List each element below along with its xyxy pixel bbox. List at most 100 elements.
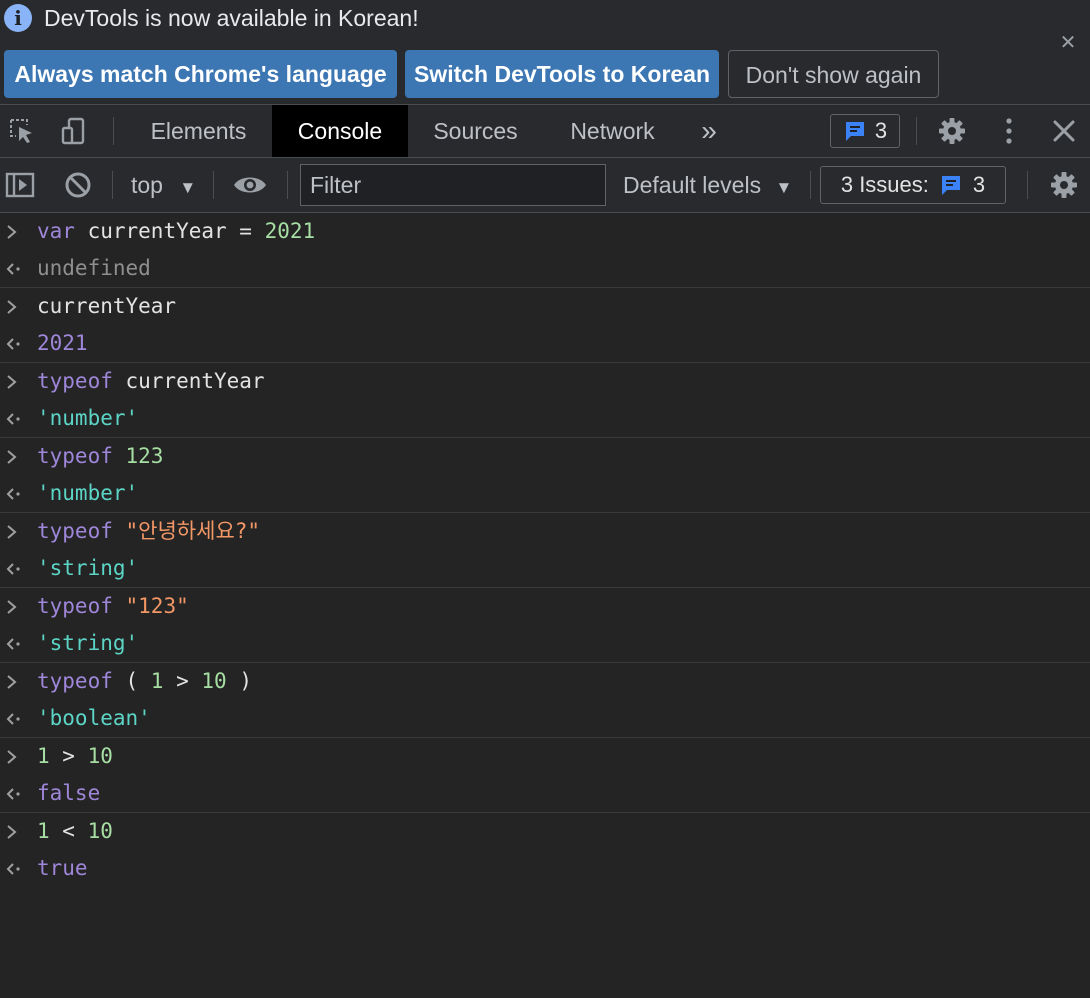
separator (810, 171, 811, 199)
console-entry: currentYear 2021 (0, 288, 1090, 363)
code-number: 2021 (264, 219, 316, 243)
result-arrow-icon (5, 700, 25, 737)
console-input-line: typeof ( 1 > 10 ) (0, 663, 1090, 700)
code-keyword: typeof (37, 444, 113, 468)
always-match-language-button[interactable]: Always match Chrome's language (4, 50, 397, 98)
console-toolbar: top ▼ Default levels ▼ 3 Issues: 3 (0, 158, 1090, 213)
code-number: 1 (37, 819, 50, 843)
console-result-line: 'number' (0, 475, 1090, 512)
issues-button[interactable]: 3 Issues: 3 (820, 166, 1006, 204)
inspect-element-icon[interactable] (4, 105, 40, 157)
result-value: 'number' (37, 481, 139, 505)
console-input-line: typeof "안녕하세요?" (0, 513, 1090, 550)
log-levels-label: Default levels (623, 172, 762, 198)
close-devtools-icon[interactable] (1046, 105, 1082, 157)
code-text: < (49, 819, 88, 843)
clear-console-icon[interactable] (60, 158, 96, 212)
filter-input[interactable] (300, 164, 606, 206)
dropdown-arrow-icon: ▼ (179, 178, 197, 197)
result-value: 'string' (37, 556, 139, 580)
messages-count: 3 (874, 118, 888, 143)
live-expression-eye-icon[interactable] (230, 158, 270, 212)
more-tabs-icon[interactable]: » (688, 105, 730, 157)
result-value: 2021 (37, 331, 88, 355)
console-settings-gear-icon[interactable] (1046, 158, 1082, 212)
result-value: 'boolean' (37, 706, 151, 730)
issues-count: 3 (972, 172, 986, 197)
language-infobar: i DevTools is now available in Korean! ✕… (0, 0, 1090, 105)
separator (112, 171, 113, 199)
close-infobar-icon[interactable]: ✕ (1057, 32, 1079, 54)
result-value: 'number' (37, 406, 139, 430)
console-input-line: typeof currentYear (0, 363, 1090, 400)
console-entry: typeof ( 1 > 10 ) 'boolean' (0, 663, 1090, 738)
result-value: false (37, 781, 101, 805)
settings-gear-icon[interactable] (934, 105, 970, 157)
separator (916, 117, 917, 145)
dont-show-again-button[interactable]: Don't show again (728, 50, 939, 98)
input-chevron-icon (5, 813, 25, 850)
device-toolbar-icon[interactable] (56, 105, 92, 157)
switch-to-korean-button[interactable]: Switch DevTools to Korean (405, 50, 719, 98)
input-chevron-icon (5, 288, 25, 325)
input-chevron-icon (5, 513, 25, 550)
tab-network[interactable]: Network (545, 105, 680, 157)
console-input-line: typeof "123" (0, 588, 1090, 625)
code-keyword: typeof (37, 519, 113, 543)
issues-label: 3 Issues: (840, 172, 929, 197)
console-result-line: 'string' (0, 550, 1090, 587)
console-entry: typeof "123" 'string' (0, 588, 1090, 663)
result-arrow-icon (5, 550, 25, 587)
console-input-line: 1 > 10 (0, 738, 1090, 775)
result-arrow-icon (5, 325, 25, 362)
console-input-line: currentYear (0, 288, 1090, 325)
code-text: > (49, 744, 88, 768)
console-entry: typeof 123 'number' (0, 438, 1090, 513)
result-arrow-icon (5, 400, 25, 437)
result-arrow-icon (5, 475, 25, 512)
console-result-line: 'string' (0, 625, 1090, 662)
tab-elements[interactable]: Elements (126, 105, 271, 157)
console-output: var currentYear = 2021 undefined current… (0, 213, 1090, 887)
code-text: currentYear (112, 369, 265, 393)
code-text: > (163, 669, 202, 693)
code-number: 1 (150, 669, 164, 693)
log-levels-dropdown[interactable]: Default levels ▼ (623, 158, 792, 215)
tab-sources[interactable]: Sources (410, 105, 541, 157)
code-string: "안녕하세요?" (125, 519, 261, 543)
code-string: "123" (125, 594, 189, 618)
console-entry: var currentYear = 2021 undefined (0, 213, 1090, 288)
console-input-line: typeof 123 (0, 438, 1090, 475)
tab-console[interactable]: Console (272, 105, 408, 157)
separator (213, 171, 214, 199)
console-entry: 1 < 10 true (0, 813, 1090, 887)
code-number: 123 (125, 444, 164, 468)
code-text: ( (112, 669, 151, 693)
infobar-message: DevTools is now available in Korean! (44, 5, 419, 31)
result-arrow-icon (5, 625, 25, 662)
context-value: top (131, 172, 163, 198)
code-text: currentYear (37, 294, 177, 318)
input-chevron-icon (5, 213, 25, 250)
console-result-line: false (0, 775, 1090, 812)
code-keyword: typeof (37, 594, 113, 618)
input-chevron-icon (5, 738, 25, 775)
code-text: ) (226, 669, 252, 693)
main-tabbar: Elements Console Sources Network » 3 (0, 105, 1090, 158)
messages-badge[interactable]: 3 (830, 114, 900, 148)
result-arrow-icon (5, 775, 25, 812)
console-input-line: 1 < 10 (0, 813, 1090, 850)
code-number: 10 (201, 669, 227, 693)
console-entry: typeof "안녕하세요?" 'string' (0, 513, 1090, 588)
result-value: 'string' (37, 631, 139, 655)
more-options-icon[interactable] (992, 105, 1026, 157)
input-chevron-icon (5, 663, 25, 700)
result-arrow-icon (5, 250, 25, 287)
show-sidebar-icon[interactable] (2, 158, 38, 212)
context-selector[interactable]: top ▼ (131, 158, 196, 215)
input-chevron-icon (5, 438, 25, 475)
code-keyword: typeof (37, 369, 113, 393)
message-icon (845, 122, 864, 141)
result-arrow-icon (5, 850, 25, 887)
